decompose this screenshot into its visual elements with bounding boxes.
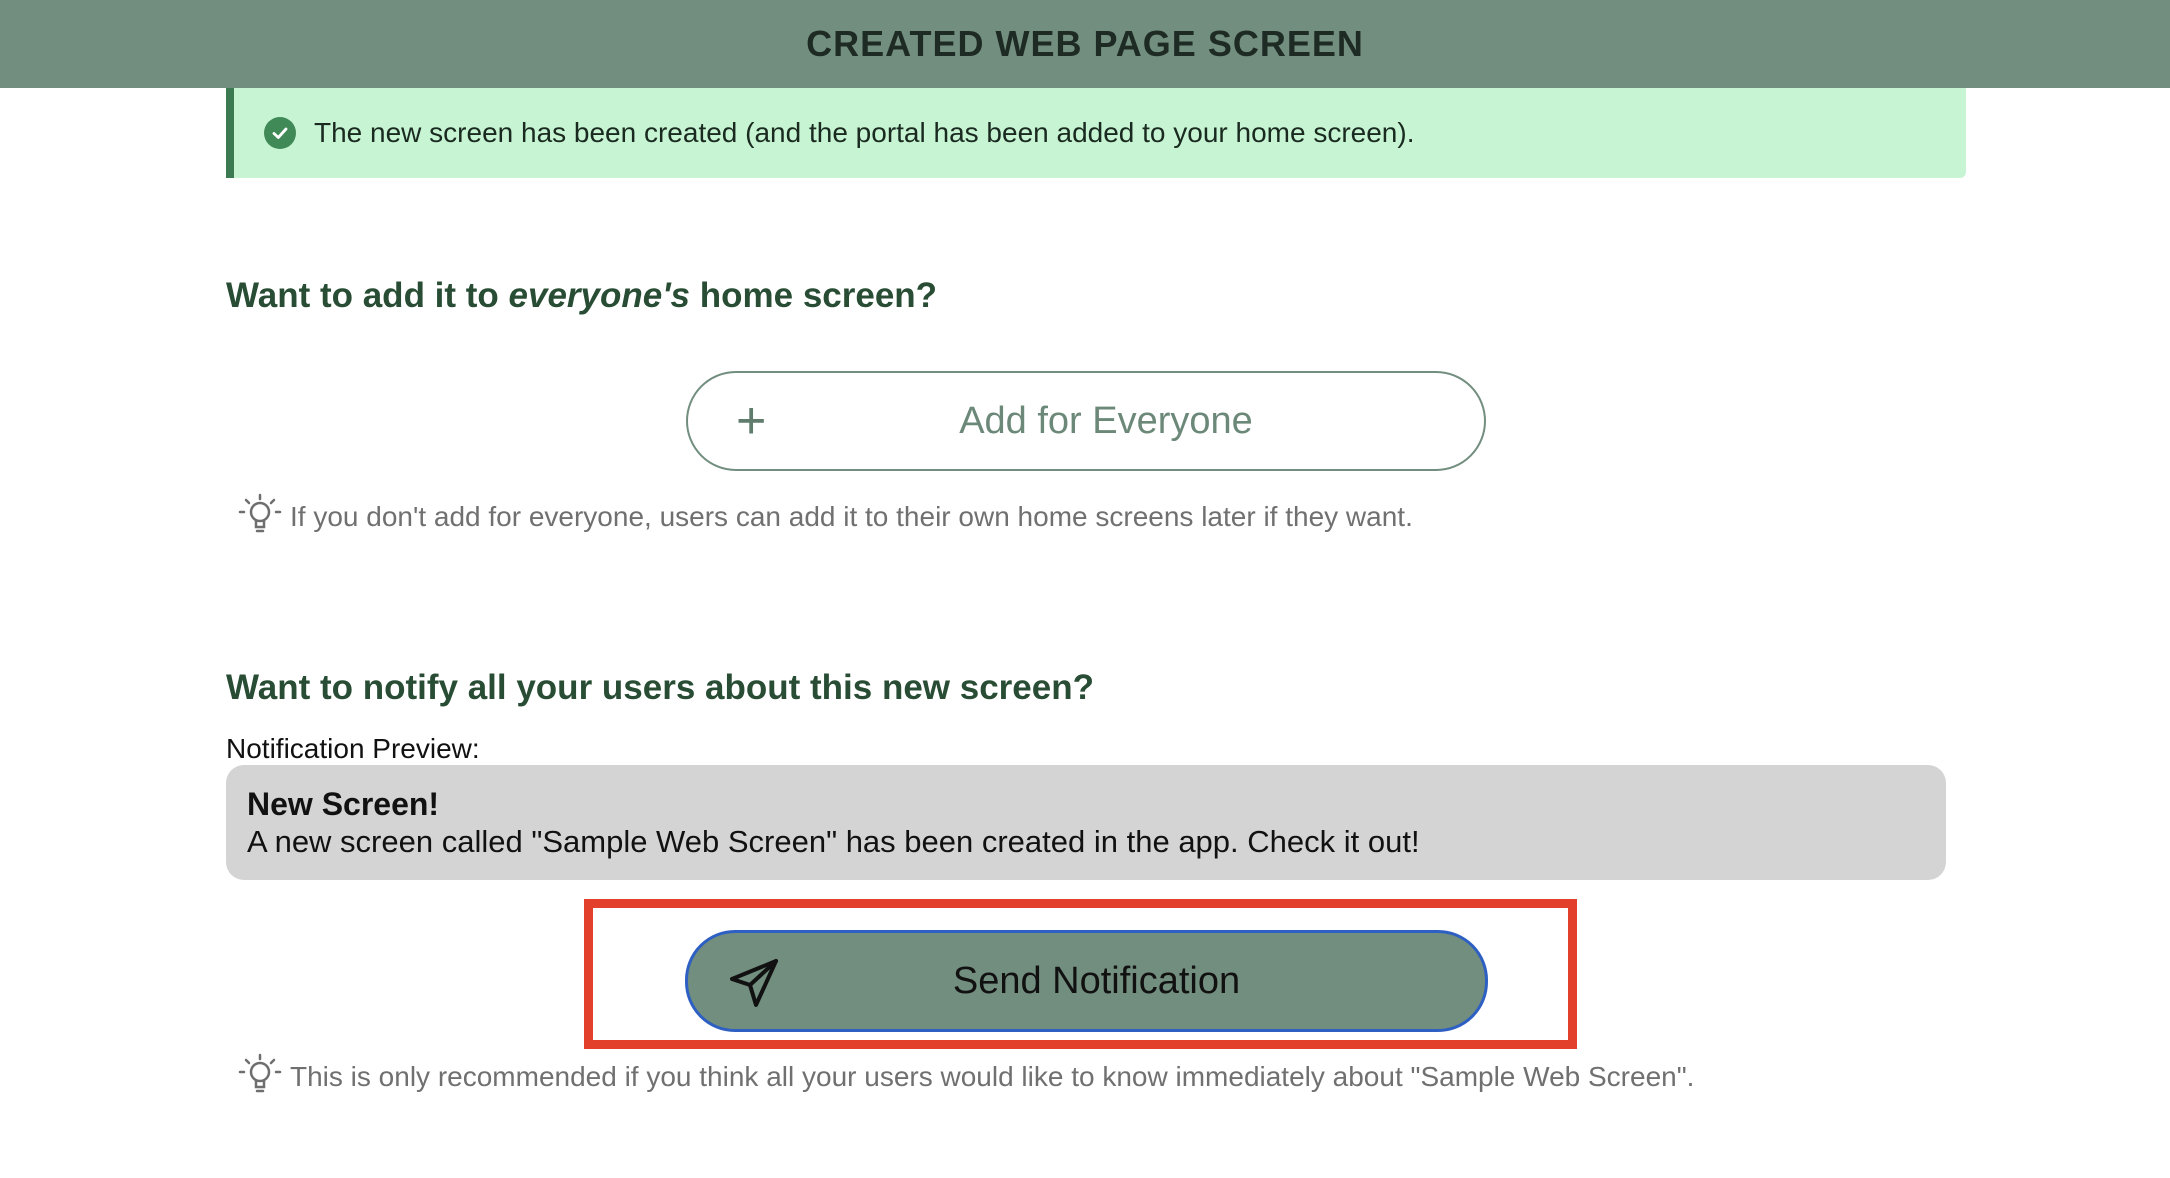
alert-message: The new screen has been created (and the…	[314, 117, 1415, 148]
notification-preview-label: Notification Preview:	[226, 733, 480, 764]
add-title-emphasis: everyone's	[508, 276, 691, 315]
add-for-everyone-button[interactable]: + Add for Everyone	[686, 371, 1486, 471]
notify-section-title: Want to notify all your users about this…	[226, 668, 1094, 707]
notify-hint-text: This is only recommended if you think al…	[290, 1060, 1695, 1092]
lightbulb-icon	[236, 490, 284, 543]
plus-icon: +	[736, 392, 767, 450]
send-notification-button[interactable]: Send Notification	[685, 930, 1488, 1032]
add-hint: If you don't add for everyone, users can…	[236, 490, 1413, 543]
add-for-everyone-label: Add for Everyone	[959, 399, 1253, 442]
send-notification-label: Send Notification	[952, 959, 1241, 1002]
lightbulb-icon	[236, 1050, 284, 1103]
page: CREATED WEB PAGE SCREEN The new screen h…	[0, 0, 2170, 1178]
add-hint-text: If you don't add for everyone, users can…	[290, 500, 1413, 532]
notification-preview-title: New Screen!	[247, 786, 440, 822]
notify-hint: This is only recommended if you think al…	[236, 1050, 1694, 1103]
add-title-part2: home screen?	[690, 276, 938, 315]
header-bar: CREATED WEB PAGE SCREEN	[0, 0, 2170, 88]
add-title-part1: Want to add it to	[226, 276, 509, 315]
notification-preview: New Screen! A new screen called "Sample …	[226, 765, 1946, 880]
paper-plane-icon	[726, 955, 782, 1016]
notification-preview-body: A new screen called "Sample Web Screen" …	[247, 824, 1420, 859]
check-circle-icon	[264, 117, 296, 149]
add-section-title: Want to add it to everyone's home screen…	[226, 276, 937, 316]
page-title: CREATED WEB PAGE SCREEN	[806, 23, 1364, 64]
success-alert: The new screen has been created (and the…	[226, 88, 1966, 178]
